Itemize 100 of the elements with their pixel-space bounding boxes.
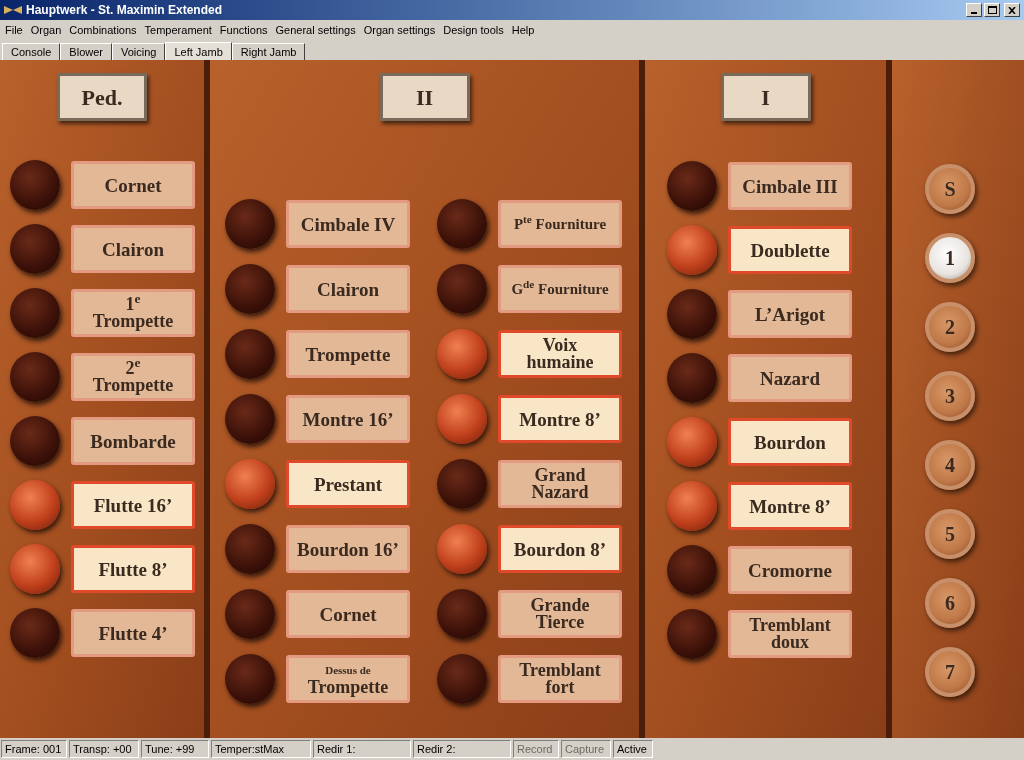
- combination-button[interactable]: S: [925, 164, 975, 214]
- stop-knob[interactable]: [667, 481, 717, 531]
- stop-label: P$^{te}$ Fourniture: [498, 200, 622, 248]
- status-field: Temper:stMax: [211, 740, 311, 758]
- stop-knob[interactable]: [225, 459, 275, 509]
- stop-knob[interactable]: [225, 654, 275, 704]
- stop-knob[interactable]: [225, 524, 275, 574]
- tab[interactable]: Voicing: [112, 43, 166, 60]
- stop-label: Doublette: [728, 226, 852, 274]
- menu-item[interactable]: General settings: [271, 20, 360, 40]
- stop-label: Bourdon 16’: [286, 525, 410, 573]
- combination-button[interactable]: 3: [925, 371, 975, 421]
- stop-knob[interactable]: [225, 394, 275, 444]
- tab[interactable]: Console: [2, 43, 61, 60]
- menu-item[interactable]: Design tools: [439, 20, 508, 40]
- stop-knob[interactable]: [437, 199, 487, 249]
- maximize-button[interactable]: [984, 3, 1000, 17]
- stop-knob[interactable]: [437, 654, 487, 704]
- combination-button[interactable]: 1: [925, 233, 975, 283]
- stop-label: Cornet: [286, 590, 410, 638]
- stop-label: 1$^{e}$ Trompette: [71, 289, 195, 337]
- stop-label: Clairon: [71, 225, 195, 273]
- stop-label: Cromorne: [728, 546, 852, 594]
- stop-label: Cimbale III: [728, 162, 852, 210]
- app-icon: [4, 5, 22, 15]
- stop-knob[interactable]: [667, 353, 717, 403]
- stop-label: Cimbale IV: [286, 200, 410, 248]
- status-field: Frame: 001: [1, 740, 67, 758]
- stop-label: Flutte 8’: [71, 545, 195, 593]
- stop-knob[interactable]: [667, 545, 717, 595]
- menu-item[interactable]: Temperament: [140, 20, 216, 40]
- close-icon: [1008, 6, 1016, 14]
- stop-label: Flutte 4’: [71, 609, 195, 657]
- stop-knob[interactable]: [437, 264, 487, 314]
- window-title: Hauptwerk - St. Maximin Extended: [26, 2, 224, 19]
- stop-label: 2$^{e}$ Trompette: [71, 353, 195, 401]
- stop-knob[interactable]: [667, 289, 717, 339]
- minimize-button[interactable]: [966, 3, 982, 17]
- combination-button[interactable]: 2: [925, 302, 975, 352]
- menu-item[interactable]: Functions: [215, 20, 272, 40]
- stop-label: G$^{de}$ Fourniture: [498, 265, 622, 313]
- stop-label: Prestant: [286, 460, 410, 508]
- tab[interactable]: Left Jamb: [165, 42, 232, 61]
- stop-knob[interactable]: [10, 224, 60, 274]
- stop-knob[interactable]: [667, 609, 717, 659]
- stop-label: Clairon: [286, 265, 410, 313]
- stop-knob[interactable]: [437, 524, 487, 574]
- status-field: Redir 1:: [313, 740, 411, 758]
- menu-item[interactable]: Combinations: [65, 20, 141, 40]
- stop-label: Montre 8’: [728, 482, 852, 530]
- stop-label: Trompette: [286, 330, 410, 378]
- stop-knob[interactable]: [437, 459, 487, 509]
- menu-item[interactable]: Organ settings: [359, 20, 440, 40]
- menu-item[interactable]: Help: [507, 20, 539, 40]
- stop-knob[interactable]: [437, 589, 487, 639]
- stop-knob[interactable]: [437, 394, 487, 444]
- stop-knob[interactable]: [10, 544, 60, 594]
- combination-button[interactable]: 7: [925, 647, 975, 697]
- status-field: Capture: [561, 740, 611, 758]
- stop-knob[interactable]: [225, 264, 275, 314]
- stop-label: Montre 8’: [498, 395, 622, 443]
- status-field: Record: [513, 740, 559, 758]
- stop-label: Montre 16’: [286, 395, 410, 443]
- menu-item[interactable]: Organ: [26, 20, 66, 40]
- combination-button[interactable]: 5: [925, 509, 975, 559]
- stop-label: Grand Nazard: [498, 460, 622, 508]
- stop-knob[interactable]: [10, 608, 60, 658]
- stop-knob[interactable]: [225, 199, 275, 249]
- stop-knob[interactable]: [225, 329, 275, 379]
- stop-label: Bombarde: [71, 417, 195, 465]
- status-field: Tune: +99: [141, 740, 209, 758]
- stop-label: Voix humaine: [498, 330, 622, 378]
- combination-button[interactable]: 4: [925, 440, 975, 490]
- stop-knob[interactable]: [667, 161, 717, 211]
- stop-knob[interactable]: [437, 329, 487, 379]
- stop-label: Nazard: [728, 354, 852, 402]
- division-plate: II: [379, 73, 470, 121]
- close-button[interactable]: [1004, 3, 1020, 17]
- status-field: Active: [613, 740, 653, 758]
- stop-label: Flutte 16’: [71, 481, 195, 529]
- status-field: Transp: +00: [69, 740, 139, 758]
- combination-button[interactable]: 6: [925, 578, 975, 628]
- stop-label: Tremblant doux: [728, 610, 852, 658]
- stop-knob[interactable]: [10, 480, 60, 530]
- stop-label: Cornet: [71, 161, 195, 209]
- stop-knob[interactable]: [667, 225, 717, 275]
- stop-label: Bourdon: [728, 418, 852, 466]
- stop-knob[interactable]: [667, 417, 717, 467]
- stop-knob[interactable]: [10, 160, 60, 210]
- stop-knob[interactable]: [10, 352, 60, 402]
- stop-label: Tremblant fort: [498, 655, 622, 703]
- stop-label: Bourdon 8’: [498, 525, 622, 573]
- menu-item[interactable]: File: [1, 20, 27, 40]
- tab[interactable]: Right Jamb: [231, 43, 306, 60]
- stop-knob[interactable]: [225, 589, 275, 639]
- tab[interactable]: Blower: [60, 43, 112, 60]
- stop-knob[interactable]: [10, 416, 60, 466]
- stop-label: L’Arigot: [728, 290, 852, 338]
- stop-knob[interactable]: [10, 288, 60, 338]
- division-plate: Ped.: [57, 73, 147, 121]
